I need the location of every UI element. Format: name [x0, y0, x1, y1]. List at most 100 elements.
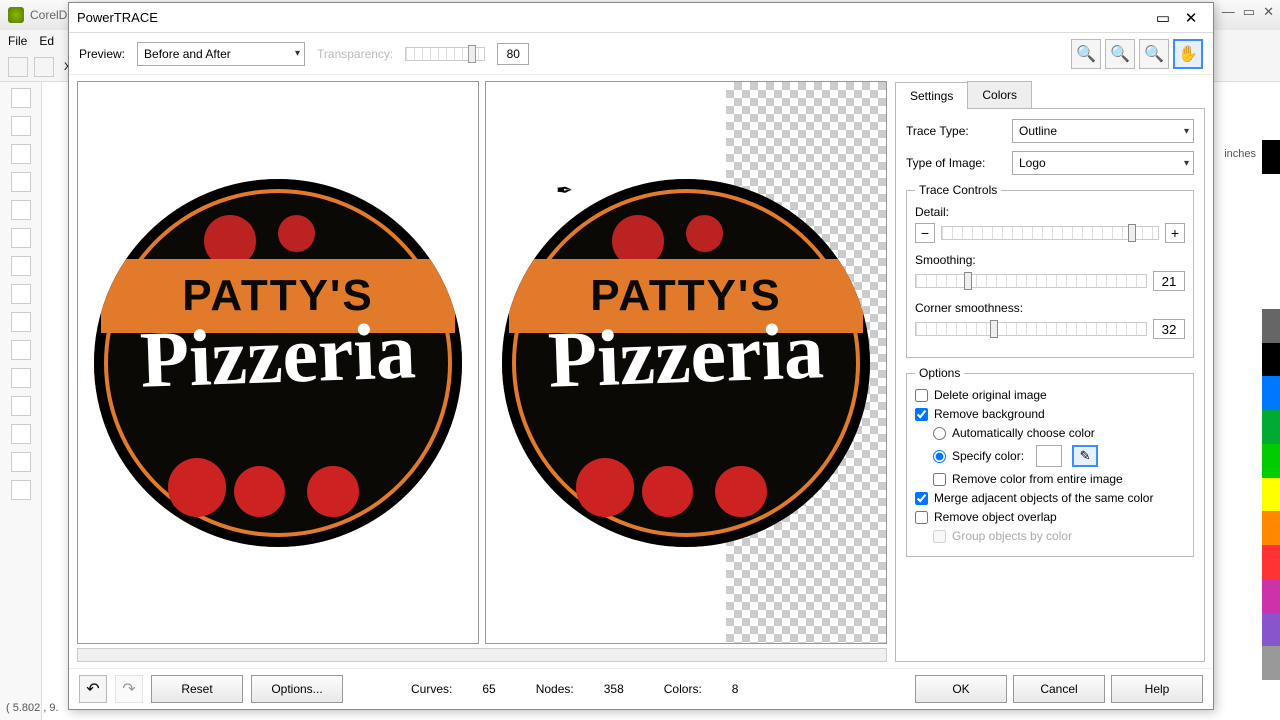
palette-swatch[interactable]	[1262, 208, 1280, 242]
dialog-footer: ↶ ↷ Reset Options... Curves:65 Nodes:358…	[69, 668, 1213, 709]
palette-swatch[interactable]	[1262, 613, 1280, 647]
cancel-button[interactable]: Cancel	[1013, 675, 1105, 703]
bg-toolbox[interactable]	[0, 82, 42, 720]
transparency-input[interactable]	[497, 43, 529, 65]
nodes-label: Nodes:	[536, 682, 574, 696]
trace-controls-legend: Trace Controls	[915, 183, 1001, 197]
connector-tool-icon[interactable]	[11, 368, 31, 388]
menu-file[interactable]: File	[8, 34, 27, 48]
logo-after: PATTY'S Pizzeria	[502, 179, 870, 547]
preview-after-pane[interactable]: ✒ PATTY'S Pizzeria	[485, 81, 887, 644]
delete-original-checkbox[interactable]	[915, 389, 928, 402]
bg-minimize-icon[interactable]: —	[1222, 4, 1235, 20]
zoom-tool-icon[interactable]	[11, 172, 31, 192]
merge-adjacent-checkbox[interactable]	[915, 492, 928, 505]
specify-color-radio[interactable]	[933, 450, 946, 463]
dialog-title: PowerTRACE	[77, 10, 158, 25]
status-coordinates: ( 5.802 , 9.	[6, 702, 59, 714]
units-label: inches	[1224, 148, 1256, 160]
plus-tool-icon[interactable]	[11, 480, 31, 500]
dialog-maximize-button[interactable]: ▭	[1149, 7, 1177, 29]
polygon-tool-icon[interactable]	[11, 284, 31, 304]
dialog-titlebar[interactable]: PowerTRACE ▭ ✕	[69, 3, 1213, 33]
open-icon[interactable]	[34, 57, 54, 77]
preview-before-pane[interactable]: PATTY'S Pizzeria	[77, 81, 479, 644]
palette-swatch[interactable]	[1262, 646, 1280, 680]
palette-swatch[interactable]	[1262, 579, 1280, 613]
specify-color-well[interactable]	[1036, 445, 1062, 467]
corner-label: Corner smoothness:	[915, 301, 1185, 315]
palette-swatch[interactable]	[1262, 140, 1280, 174]
detail-plus-button[interactable]: +	[1165, 223, 1185, 243]
ok-button[interactable]: OK	[915, 675, 1007, 703]
zoom-in-button[interactable]: 🔍	[1071, 39, 1101, 69]
dialog-close-button[interactable]: ✕	[1177, 7, 1205, 29]
image-type-dropdown[interactable]: Logo	[1012, 151, 1194, 175]
auto-color-radio[interactable]	[933, 427, 946, 440]
crop-tool-icon[interactable]	[11, 144, 31, 164]
detail-slider[interactable]	[941, 226, 1159, 240]
curves-label: Curves:	[411, 682, 452, 696]
pan-button[interactable]: ✋	[1173, 39, 1203, 69]
powertrace-dialog: PowerTRACE ▭ ✕ Preview: Before and After…	[68, 2, 1214, 710]
palette-swatch[interactable]	[1262, 275, 1280, 309]
color-palette[interactable]	[1262, 140, 1280, 680]
trace-type-dropdown[interactable]: Outline	[1012, 119, 1194, 143]
reset-button[interactable]: Reset	[151, 675, 243, 703]
undo-button[interactable]: ↶	[79, 675, 107, 703]
pick-tool-icon[interactable]	[11, 88, 31, 108]
palette-swatch[interactable]	[1262, 343, 1280, 377]
eyedropper-cursor-icon: ✒	[556, 178, 573, 203]
freehand-tool-icon[interactable]	[11, 200, 31, 220]
line-tool-icon[interactable]	[11, 340, 31, 360]
trace-type-label: Trace Type:	[906, 124, 1006, 138]
preview-dropdown[interactable]: Before and After	[137, 42, 305, 66]
bg-maximize-icon[interactable]: ▭	[1243, 4, 1255, 20]
smoothing-label: Smoothing:	[915, 253, 1185, 267]
ellipse-tool-icon[interactable]	[11, 256, 31, 276]
effect-tool-icon[interactable]	[11, 396, 31, 416]
palette-swatch[interactable]	[1262, 174, 1280, 208]
smoothing-input[interactable]	[1153, 271, 1185, 291]
palette-swatch[interactable]	[1262, 309, 1280, 343]
eyedrop-tool-icon[interactable]	[11, 452, 31, 472]
preview-scrollbar[interactable]	[77, 648, 887, 662]
options-group: Options Delete original image Remove bac…	[906, 366, 1194, 557]
trace-controls-group: Trace Controls Detail: − + Smoothing:	[906, 183, 1194, 358]
nodes-value: 358	[604, 682, 624, 696]
palette-swatch[interactable]	[1262, 241, 1280, 275]
bg-close-icon[interactable]: ✕	[1263, 4, 1274, 20]
tab-settings[interactable]: Settings	[895, 82, 968, 109]
checker-tool-icon[interactable]	[11, 424, 31, 444]
help-button[interactable]: Help	[1111, 675, 1203, 703]
colors-label: Colors:	[664, 682, 702, 696]
curves-value: 65	[482, 682, 495, 696]
remove-overlap-checkbox[interactable]	[915, 511, 928, 524]
palette-swatch[interactable]	[1262, 545, 1280, 579]
text-tool-icon[interactable]	[11, 312, 31, 332]
shape-tool-icon[interactable]	[11, 116, 31, 136]
logo-before: PATTY'S Pizzeria	[94, 179, 462, 547]
options-button[interactable]: Options...	[251, 675, 343, 703]
new-icon[interactable]	[8, 57, 28, 77]
palette-swatch[interactable]	[1262, 444, 1280, 478]
eyedropper-button[interactable]: ✎	[1072, 445, 1098, 467]
remove-background-checkbox[interactable]	[915, 408, 928, 421]
palette-swatch[interactable]	[1262, 478, 1280, 512]
zoom-fit-button[interactable]: 🔍	[1139, 39, 1169, 69]
transparency-slider[interactable]	[405, 47, 485, 61]
palette-swatch[interactable]	[1262, 376, 1280, 410]
tab-colors[interactable]: Colors	[967, 81, 1032, 108]
palette-swatch[interactable]	[1262, 511, 1280, 545]
side-panel: Settings Colors Trace Type: Outline Type…	[895, 81, 1205, 662]
zoom-out-button[interactable]: 🔍	[1105, 39, 1135, 69]
corner-input[interactable]	[1153, 319, 1185, 339]
dialog-topbar: Preview: Before and After Transparency: …	[69, 33, 1213, 75]
menu-edit[interactable]: Ed	[39, 34, 54, 48]
remove-entire-checkbox[interactable]	[933, 473, 946, 486]
rectangle-tool-icon[interactable]	[11, 228, 31, 248]
palette-swatch[interactable]	[1262, 410, 1280, 444]
detail-minus-button[interactable]: −	[915, 223, 935, 243]
corner-slider[interactable]	[915, 322, 1147, 336]
smoothing-slider[interactable]	[915, 274, 1147, 288]
